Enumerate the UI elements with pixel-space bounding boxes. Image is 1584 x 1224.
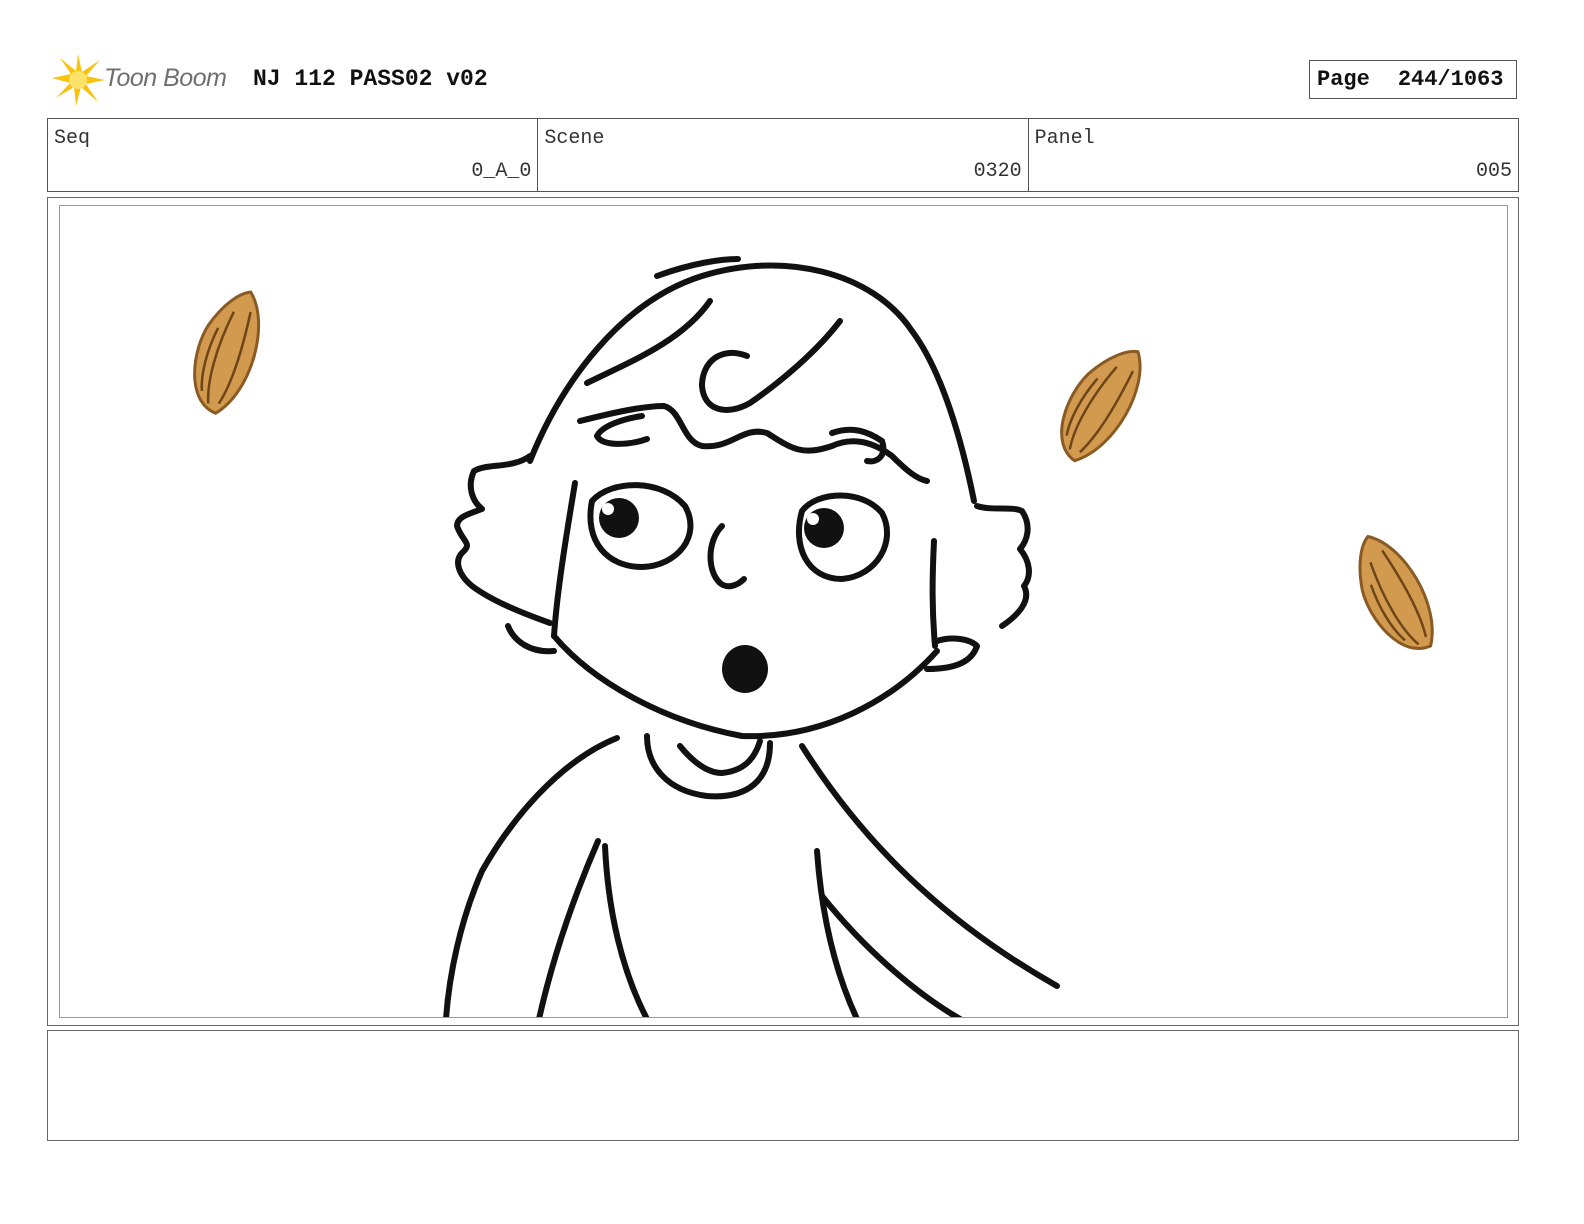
panel-value: 005: [1475, 160, 1512, 183]
face-right: [929, 538, 938, 649]
document-title: NJ 112 PASS02 v02: [253, 66, 488, 92]
toon-boom-logo: Toon Boom: [50, 52, 240, 108]
storyboard-panel-frame: [47, 197, 1519, 1026]
storyboard-drawing: [59, 205, 1508, 1018]
page-indicator: Page 244/1063: [1309, 60, 1517, 99]
hair-outline: [527, 262, 977, 504]
left-ear: [505, 623, 557, 655]
starburst-icon: [52, 54, 105, 106]
right-arm-inner: [814, 848, 860, 1017]
left-shoulder: [443, 735, 620, 1017]
page-label: Page: [1317, 67, 1370, 92]
seq-label: Seq: [54, 127, 91, 150]
collar-inner: [677, 738, 763, 776]
collar-outer: [644, 733, 773, 800]
bangs-lower: [594, 413, 650, 447]
bangs-curl: [699, 318, 843, 413]
almond-3: [1358, 534, 1434, 650]
scene-label: Scene: [544, 127, 605, 150]
seq-value: 0_A_0: [471, 160, 532, 183]
almond-1: [193, 290, 261, 415]
scene-cell: Scene 0320: [538, 119, 1029, 191]
page-number: 244/1063: [1397, 67, 1504, 92]
left-arm-line: [602, 843, 650, 1017]
logo-text: Toon Boom: [104, 64, 227, 92]
panel-notes-box[interactable]: [47, 1030, 1519, 1141]
panel-cell: Panel 005: [1029, 119, 1518, 191]
panel-info-row: Seq 0_A_0 Scene 0320 Panel 005: [47, 118, 1519, 192]
nose: [707, 523, 747, 590]
almond-2: [1060, 349, 1142, 463]
scene-value: 0320: [973, 160, 1022, 183]
seq-cell: Seq 0_A_0: [48, 119, 539, 191]
left-hair: [454, 453, 553, 626]
face-left: [551, 480, 578, 639]
mouth: [722, 645, 768, 693]
left-arm-inner: [536, 838, 601, 1017]
character-sketch: [193, 256, 1434, 1017]
panel-label: Panel: [1034, 127, 1095, 150]
right-arm-line: [819, 893, 963, 1017]
right-hair: [974, 503, 1032, 629]
right-shoulder: [799, 743, 1060, 989]
